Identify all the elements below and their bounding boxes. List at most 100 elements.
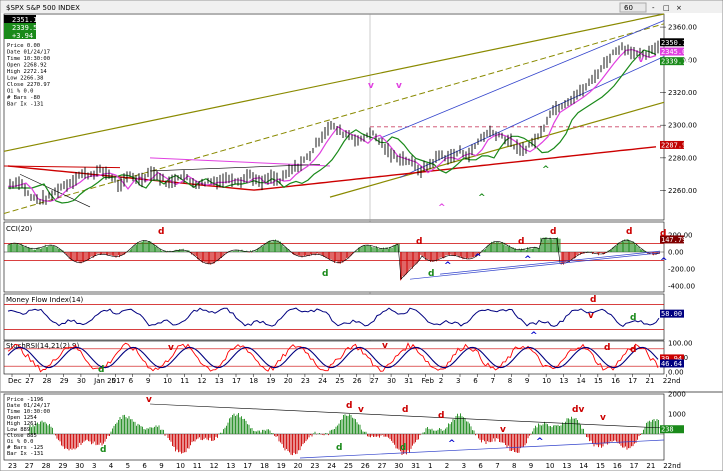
price-ytick-label: 2280.00	[668, 154, 697, 162]
mfi-panel[interactable]: Money Flow Index(14) 58.00dv d^	[3, 293, 684, 341]
xaxis-label: 9	[146, 377, 150, 385]
xaxis-label: 26	[353, 377, 362, 385]
mfi-annotation: ^	[530, 331, 538, 341]
xaxis-label: 6	[129, 377, 134, 385]
lower-ytick-label: 2000	[668, 391, 686, 399]
close-icon[interactable]: ×	[676, 4, 682, 12]
cci-annotation: ^	[524, 255, 532, 265]
xaxis-label: 23	[301, 377, 310, 385]
lower-annotation: d	[100, 445, 106, 455]
xaxis-label: 12	[198, 377, 207, 385]
price-annotation: ^	[542, 165, 550, 175]
lower-xaxis-label: 31	[411, 462, 420, 470]
lower-xaxis-label: 8	[512, 462, 516, 470]
lower-xaxis-label: 28	[42, 462, 51, 470]
xaxis-label: 13	[215, 377, 224, 385]
cci-panel[interactable]: CCI(20) 200.000.00-200.00-400.00147.79dd…	[3, 221, 695, 293]
data-window-row: Date 01/24/17	[7, 50, 50, 56]
lower-xaxis-label: 2	[445, 462, 449, 470]
xaxis-label: 17	[628, 377, 637, 385]
xaxis-label: Jan 2017	[93, 377, 125, 385]
xaxis-label: 8	[508, 377, 512, 385]
lower-xaxis-label: 15	[596, 462, 605, 470]
lower-xaxis-label: 3	[92, 462, 96, 470]
data-window-row: High 2272.14	[7, 69, 47, 75]
lower-annotation: dv	[572, 405, 584, 415]
stochrsi-annotation: d	[630, 345, 636, 355]
data-window-row: Time 10:30:00	[7, 56, 50, 62]
price-annotation: ^	[438, 203, 446, 213]
data-window-row: Price 0.00	[7, 43, 40, 49]
cci-ytick-label: -400.00	[668, 283, 695, 291]
lower-xaxis-label: 10	[176, 462, 185, 470]
xaxis-label: 20	[284, 377, 293, 385]
xaxis-label: 13	[559, 377, 568, 385]
xaxis-label: 22nd	[663, 377, 681, 385]
data-window-row: # Bars -80	[7, 95, 40, 101]
readout-1: 2351.16	[12, 16, 42, 24]
lower-xaxis-label: 13	[226, 462, 235, 470]
price-annotation: v	[638, 55, 644, 65]
lower-panel[interactable]: 20001000238vd v dddvvvd d d ^ ^ Price -1196Dat…	[0, 391, 723, 461]
lower-annotation: v	[146, 395, 152, 405]
xaxis-label: 25	[335, 377, 344, 385]
stochrsi-panel[interactable]: StochRSI(14,21(2),9) 100.0050.000.0039.9…	[3, 340, 693, 377]
chart-canvas[interactable]: $SPX S&P 500 INDEX 60 - □ × 2360.002340.…	[0, 0, 723, 471]
mfi-annotation: d	[590, 295, 596, 305]
lower-xaxis-label: 6	[478, 462, 483, 470]
xaxis-label: 5	[111, 377, 115, 385]
lower-xaxis-label: 30	[394, 462, 403, 470]
lower-xaxis: 23 27 28 29 30 3 4 5 6 9 10 11 12 13 17 18 19 20 23 24 25 26 2…	[8, 462, 681, 470]
xaxis-label: Feb	[422, 377, 435, 385]
cci-annotation: ^	[474, 253, 482, 263]
cci-ytick-label: -200.00	[668, 266, 695, 274]
lower-annotation: v	[358, 405, 364, 415]
mfi-annotation: v	[588, 311, 594, 321]
lower-xaxis-label: 18	[260, 462, 269, 470]
title-bar	[1, 1, 722, 13]
cci-annotation: d	[322, 269, 328, 279]
cci-annotation: d	[428, 269, 434, 279]
lower-xaxis-label: 26	[361, 462, 370, 470]
xaxis-label: 19	[266, 377, 275, 385]
price-ytick-label: 2360.00	[668, 24, 697, 32]
xaxis-label: 30	[387, 377, 396, 385]
cci-annotation: d	[626, 227, 632, 237]
cci-annotation: d	[518, 237, 524, 247]
xaxis-label: 14	[577, 377, 586, 385]
price-ytick-label: 2300.00	[668, 122, 697, 130]
lower-annotation: v	[600, 413, 606, 423]
lower-xaxis-label: 21	[646, 462, 655, 470]
xaxis-label: 2	[439, 377, 443, 385]
readout-2: 2339.58	[12, 24, 42, 32]
xaxis-label: 28	[42, 377, 51, 385]
data-window-row: Close 2270.97	[7, 82, 50, 88]
price-tag-label: 2339.16	[661, 58, 691, 66]
xaxis-label: 3	[456, 377, 460, 385]
lower-xaxis-label: 27	[25, 462, 34, 470]
xaxis-label: 17	[232, 377, 241, 385]
xaxis-label: 27	[25, 377, 34, 385]
lower-annotation: d	[346, 401, 352, 411]
lower-xaxis-label: 23	[8, 462, 17, 470]
lower-xaxis-label: 13	[562, 462, 571, 470]
lower-xaxis-label: 1	[428, 462, 432, 470]
title-text: $SPX S&P 500 INDEX	[6, 4, 80, 12]
price-ytick-label: 2260.00	[668, 187, 697, 195]
lower-xaxis-label: 29	[58, 462, 67, 470]
xaxis-label: 18	[249, 377, 258, 385]
stochrsi-annotation: d	[604, 343, 610, 353]
maximize-icon[interactable]: □	[663, 4, 670, 12]
lower-annotation: d	[400, 443, 406, 453]
price-annotation: v	[368, 81, 374, 91]
cci-annotation: d	[416, 237, 422, 247]
period-label: 60	[624, 4, 633, 12]
lower-xaxis-label: 22nd	[663, 462, 681, 470]
lower-annotation: ^	[536, 437, 544, 447]
data-window-row: Open 2268.92	[7, 63, 47, 69]
lower-annotation: d	[336, 443, 342, 453]
panel-divider	[0, 391, 723, 393]
xaxis-label: 27	[370, 377, 379, 385]
xaxis-label: 6	[473, 377, 478, 385]
lower-xaxis-label: 17	[630, 462, 639, 470]
